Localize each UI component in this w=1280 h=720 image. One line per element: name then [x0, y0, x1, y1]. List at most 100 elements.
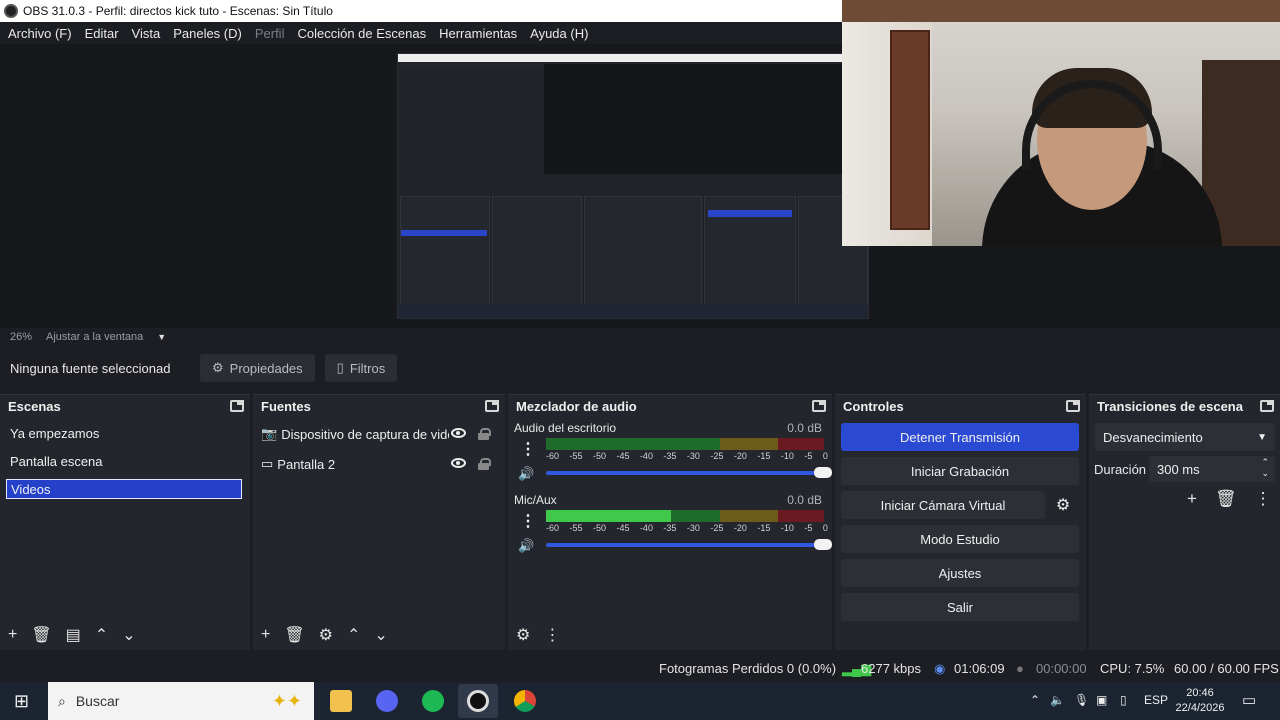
duration-spinbox[interactable]: 300 ms ⌃ ⌄	[1149, 456, 1275, 482]
scene-item-selected[interactable]: Videos	[6, 479, 242, 499]
channel-name: Audio del escritorio	[514, 421, 617, 435]
tick-label: -5	[804, 451, 813, 461]
discord-icon[interactable]	[376, 690, 398, 712]
undock-icon[interactable]	[230, 400, 244, 412]
volume-slider[interactable]	[546, 467, 832, 478]
studio-mode-button[interactable]: Modo Estudio	[841, 525, 1079, 553]
volume-slider[interactable]	[546, 539, 832, 550]
bitrate: 6277 kbps	[861, 661, 921, 676]
speaker-icon[interactable]: 🔊	[518, 538, 536, 553]
filters-button[interactable]: ▯ Filtros	[324, 354, 398, 382]
scene-item[interactable]: Ya empezamos	[6, 423, 242, 443]
microphone-icon[interactable]: 🎙	[1074, 693, 1089, 707]
preview-canvas[interactable]	[397, 53, 869, 319]
add-icon[interactable]: +	[261, 626, 270, 644]
gear-icon[interactable]: ⚙	[319, 625, 333, 645]
channel-db: 0.0 dB	[787, 421, 822, 435]
start-recording-button[interactable]: Iniciar Grabación	[841, 457, 1079, 485]
volume-meter	[546, 438, 824, 450]
kebab-menu-icon[interactable]: ⋮	[1255, 489, 1272, 509]
properties-button[interactable]: ⚙ Propiedades	[200, 354, 315, 382]
move-up-icon[interactable]: ⌃	[347, 625, 360, 645]
chevron-down-icon[interactable]: ▼	[157, 332, 166, 342]
battery-icon[interactable]: ▯	[1120, 693, 1127, 707]
file-explorer-icon[interactable]	[330, 690, 352, 712]
tick-label: -50	[592, 451, 606, 461]
filter-icon: ▯	[336, 360, 344, 375]
clock[interactable]: 20:46 22/4/2026	[1170, 686, 1230, 716]
gear-icon: ⚙	[212, 360, 224, 375]
chrome-icon[interactable]	[514, 690, 536, 712]
taskbar-search[interactable]: ⌕ Buscar ✦✦	[48, 682, 314, 720]
obs-taskbar-item[interactable]	[458, 684, 498, 718]
source-item[interactable]: 📷 Dispositivo de captura de vide	[261, 424, 491, 444]
properties-label: Propiedades	[229, 360, 303, 376]
transition-buttons: + 🗑 ⋮	[1187, 489, 1272, 509]
menu-bar: Archivo (F) Editar Vista Paneles (D) Per…	[0, 22, 842, 44]
menu-archivo[interactable]: Archivo (F)	[8, 26, 72, 41]
chevron-down-icon: ▼	[1257, 431, 1267, 443]
tick-label: 0	[822, 451, 828, 461]
slider-knob[interactable]	[814, 467, 832, 478]
chevron-up-icon[interactable]: ⌃	[1030, 693, 1040, 707]
scene-filters-icon[interactable]: ▤	[66, 625, 81, 645]
tick-label: -60	[546, 523, 560, 533]
trash-icon[interactable]: 🗑	[31, 625, 51, 645]
transition-select[interactable]: Desvanecimiento ▼	[1095, 423, 1275, 451]
visibility-eye-icon[interactable]	[451, 428, 466, 438]
move-down-icon[interactable]: ⌄	[374, 625, 387, 645]
virtual-camera-settings-gear-icon[interactable]: ⚙	[1047, 491, 1079, 519]
language-indicator[interactable]: ESP	[1144, 693, 1168, 707]
zoom-fit-label[interactable]: Ajustar a la ventana	[46, 331, 143, 343]
exit-button[interactable]: Salir	[841, 593, 1079, 621]
visibility-eye-icon[interactable]	[451, 458, 466, 468]
kebab-menu-icon[interactable]: ⋮	[544, 625, 560, 645]
scene-item[interactable]: Pantalla escena	[6, 451, 242, 471]
add-icon[interactable]: +	[8, 626, 17, 644]
tick-label: -55	[569, 451, 583, 461]
kebab-menu-icon[interactable]: ⋮	[520, 439, 536, 459]
add-icon[interactable]: +	[1187, 489, 1197, 509]
source-item[interactable]: ▭ Pantalla 2	[261, 454, 491, 474]
lock-icon[interactable]	[478, 458, 491, 470]
transitions-dock: Transiciones de escena Desvanecimiento ▼…	[1089, 394, 1280, 650]
virtual-camera-button[interactable]: Iniciar Cámara Virtual	[841, 491, 1045, 519]
kebab-menu-icon[interactable]: ⋮	[520, 511, 536, 531]
transitions-title: Transiciones de escena	[1097, 398, 1243, 414]
menu-paneles[interactable]: Paneles (D)	[173, 26, 242, 41]
tick-label: -25	[710, 451, 724, 461]
menu-coleccion-escenas[interactable]: Colección de Escenas	[297, 26, 426, 41]
speaker-icon[interactable]: 🔊	[518, 466, 536, 481]
menu-editar[interactable]: Editar	[85, 26, 119, 41]
spotify-icon[interactable]	[422, 690, 444, 712]
move-up-icon[interactable]: ⌃	[95, 625, 108, 645]
undock-icon[interactable]	[1066, 400, 1080, 412]
tick-label: -15	[757, 451, 771, 461]
spin-arrows-icon[interactable]: ⌃ ⌄	[1261, 457, 1269, 479]
stream-icon: ◉	[934, 661, 946, 676]
lock-icon[interactable]	[478, 428, 491, 440]
trash-icon[interactable]: 🗑	[1215, 489, 1237, 509]
menu-perfil[interactable]: Perfil	[255, 26, 285, 41]
undock-icon[interactable]	[1260, 400, 1274, 412]
scenes-title: Escenas	[8, 398, 61, 414]
menu-ayuda[interactable]: Ayuda (H)	[530, 26, 588, 41]
advanced-audio-icon[interactable]: ⚙	[516, 625, 530, 645]
transition-selected: Desvanecimiento	[1103, 429, 1203, 445]
speaker-icon[interactable]: 🔈	[1050, 693, 1065, 707]
stream-time: 01:06:09	[954, 661, 1005, 676]
undock-icon[interactable]	[485, 400, 499, 412]
camera-icon: 📷	[261, 426, 278, 441]
slider-knob[interactable]	[814, 539, 832, 550]
move-down-icon[interactable]: ⌄	[122, 625, 135, 645]
notifications-icon[interactable]: ▭	[1242, 691, 1256, 709]
menu-vista[interactable]: Vista	[132, 26, 161, 41]
settings-button[interactable]: Ajustes	[841, 559, 1079, 587]
trash-icon[interactable]: 🗑	[284, 625, 304, 645]
windows-start-icon[interactable]: ⊞	[14, 691, 29, 712]
network-icon[interactable]: ▣	[1096, 693, 1107, 707]
menu-herramientas[interactable]: Herramientas	[439, 26, 517, 41]
stop-stream-button[interactable]: Detener Transmisión	[841, 423, 1079, 451]
undock-icon[interactable]	[812, 400, 826, 412]
cpu-usage: CPU: 7.5%	[1100, 661, 1165, 676]
